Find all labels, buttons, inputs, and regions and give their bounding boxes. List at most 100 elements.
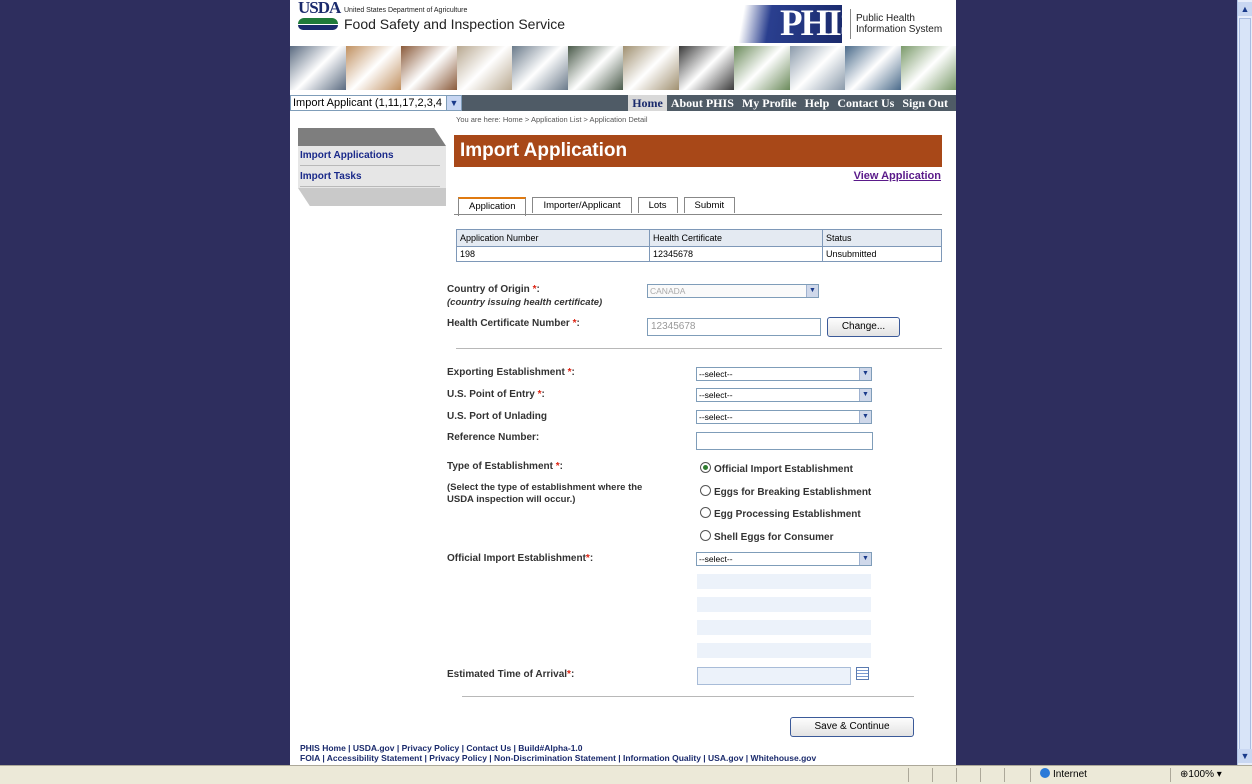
required-marker: * (532, 284, 537, 295)
radio-shell-eggs-label: Shell Eggs for Consumer (714, 532, 834, 543)
establishment-detail-row (697, 597, 871, 612)
cell-status: Unsubmitted (822, 246, 942, 262)
scrollbar-thumb[interactable] (1239, 18, 1251, 753)
phis-logo[interactable]: PHIS Public Health Information System (710, 3, 950, 44)
page-container: USDA United States Department of Agricul… (290, 0, 956, 765)
role-select[interactable]: Import Applicant (1,11,17,2,3,4 ▼ (290, 95, 462, 111)
globe-icon (1040, 768, 1050, 778)
radio-eggs-for-breaking[interactable]: Eggs for Breaking Establishment (700, 485, 871, 498)
chevron-down-icon[interactable]: ▼ (859, 368, 871, 380)
phis-subtitle: Public Health Information System (856, 13, 943, 35)
banner-photo (678, 46, 734, 90)
required-marker: * (572, 318, 577, 329)
health-certificate-label-text: Health Certificate Number (447, 318, 570, 329)
chevron-down-icon[interactable]: ▼ (859, 553, 871, 565)
reference-number-input[interactable] (696, 432, 873, 450)
save-continue-button[interactable]: Save & Continue (790, 717, 914, 737)
chevron-down-icon[interactable]: ▼ (859, 389, 871, 401)
status-separator (956, 768, 957, 782)
breadcrumb: You are here: Home > Application List > … (456, 115, 648, 124)
radio-unselected-icon[interactable] (700, 507, 711, 518)
reference-number-label: Reference Number: (447, 432, 540, 443)
nav-contact-us[interactable]: Contact Us (833, 95, 898, 111)
status-separator (1004, 768, 1005, 782)
sidebar-header (298, 128, 446, 146)
chevron-down-icon[interactable]: ▼ (806, 285, 818, 297)
required-marker: * (537, 389, 542, 400)
nav-home[interactable]: Home (628, 95, 667, 111)
banner-photo (512, 46, 568, 90)
form-bottom-divider (462, 696, 914, 697)
eta-label-text: Estimated Time of Arrival (447, 669, 568, 680)
chevron-down-icon[interactable]: ▼ (859, 411, 871, 423)
footer-links-primary[interactable]: PHIS Home | USDA.gov | Privacy Policy | … (300, 743, 583, 753)
tab-lots[interactable]: Lots (637, 197, 678, 213)
eta-label: Estimated Time of Arrival*: (447, 669, 575, 680)
port-of-unlading-select[interactable]: --select-- ▼ (696, 410, 872, 424)
nav-my-profile[interactable]: My Profile (738, 95, 801, 111)
radio-unselected-icon[interactable] (700, 530, 711, 541)
banner-photo (900, 46, 956, 90)
department-name: United States Department of Agriculture (344, 7, 468, 14)
tab-submit[interactable]: Submit (683, 197, 736, 213)
chevron-down-icon[interactable]: ▼ (446, 96, 461, 110)
exporting-establishment-select[interactable]: --select-- ▼ (696, 367, 872, 381)
required-marker: * (585, 553, 590, 564)
required-marker: * (555, 461, 560, 472)
sidebar-item-import-applications[interactable]: Import Applications (300, 146, 440, 166)
banner-photo (734, 46, 790, 90)
country-of-origin-label-text: Country of Origin (447, 284, 530, 295)
point-of-entry-label: U.S. Point of Entry *: (447, 389, 545, 400)
health-certificate-label: Health Certificate Number *: (447, 318, 580, 329)
usda-logo[interactable]: USDA (298, 0, 341, 36)
nav-links: Home About PHIS My Profile Help Contact … (628, 95, 952, 111)
radio-shell-eggs[interactable]: Shell Eggs for Consumer (700, 530, 833, 543)
radio-eggs-for-breaking-label: Eggs for Breaking Establishment (714, 487, 872, 498)
port-of-unlading-label: U.S. Port of Unlading (447, 411, 547, 422)
sidebar-item-import-tasks[interactable]: Import Tasks (300, 167, 440, 187)
usda-logo-swoosh-blue (298, 25, 338, 30)
exporting-establishment-label-text: Exporting Establishment (447, 367, 565, 378)
section-divider (456, 348, 942, 349)
radio-selected-icon[interactable] (700, 462, 711, 473)
nav-about[interactable]: About PHIS (667, 95, 738, 111)
point-of-entry-select[interactable]: --select-- ▼ (696, 388, 872, 402)
radio-official-import-establishment[interactable]: Official Import Establishment (700, 462, 853, 475)
point-of-entry-label-text: U.S. Point of Entry (447, 389, 535, 400)
calendar-icon[interactable] (856, 667, 869, 680)
official-import-establishment-select[interactable]: --select-- ▼ (696, 552, 872, 566)
nav-help[interactable]: Help (801, 95, 834, 111)
scroll-up-icon[interactable]: ▲ (1238, 2, 1252, 16)
tab-importer-applicant[interactable]: Importer/Applicant (532, 197, 632, 213)
radio-egg-processing-label: Egg Processing Establishment (714, 509, 861, 520)
sidebar: Import Applications Import Tasks (298, 128, 446, 206)
footer-links-secondary[interactable]: FOIA | Accessibility Statement | Privacy… (300, 753, 816, 763)
role-select-value: Import Applicant (1,11,17,2,3,4 (293, 97, 442, 109)
tab-bar: Application Importer/Applicant Lots Subm… (458, 197, 741, 216)
site-header: USDA United States Department of Agricul… (290, 0, 956, 46)
health-certificate-input[interactable]: 12345678 (647, 318, 821, 336)
nav-sign-out[interactable]: Sign Out (898, 95, 952, 111)
port-of-unlading-value: --select-- (699, 412, 733, 422)
status-separator (1170, 768, 1171, 782)
view-application-link[interactable]: View Application (854, 170, 941, 182)
point-of-entry-value: --select-- (699, 390, 733, 400)
radio-egg-processing[interactable]: Egg Processing Establishment (700, 507, 861, 520)
usda-logo-text: USDA (298, 0, 341, 17)
change-button[interactable]: Change... (827, 317, 900, 337)
top-navigation: Import Applicant (1,11,17,2,3,4 ▼ Home A… (290, 95, 956, 111)
chevron-down-icon[interactable]: ▾ (1217, 769, 1222, 780)
type-of-establishment-hint: (Select the type of establishment where … (447, 482, 643, 505)
radio-unselected-icon[interactable] (700, 485, 711, 496)
scroll-down-icon[interactable]: ▼ (1238, 749, 1252, 763)
zoom-level[interactable]: ⊕100% ▾ (1180, 768, 1222, 782)
country-of-origin-hint: (country issuing health certificate) (447, 297, 603, 308)
country-of-origin-select[interactable]: CANADA ▼ (647, 284, 819, 298)
vertical-scrollbar[interactable]: ▲ ▼ (1237, 0, 1252, 765)
exporting-establishment-label: Exporting Establishment *: (447, 367, 575, 378)
security-zone-text: Internet (1053, 769, 1087, 780)
eta-input[interactable] (697, 667, 851, 685)
phis-logo-divider (850, 9, 851, 39)
tab-underline (454, 214, 942, 215)
banner-photo (789, 46, 845, 90)
